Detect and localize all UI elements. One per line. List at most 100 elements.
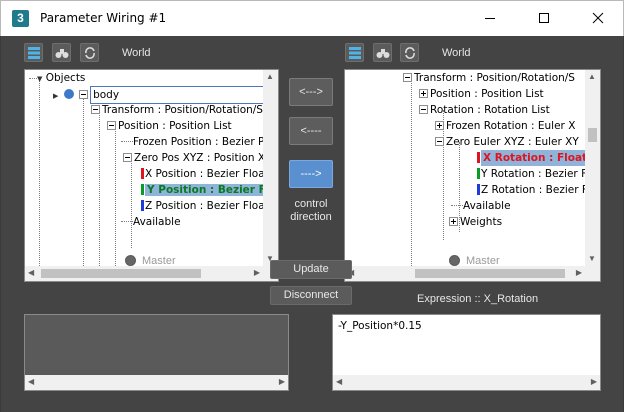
tree-row-label: Weights — [460, 216, 503, 228]
collapse-icon[interactable] — [91, 105, 100, 114]
scroll-left-icon[interactable]: ◀ — [336, 377, 342, 387]
right-filter-button[interactable] — [345, 43, 364, 62]
tree-row[interactable]: Y Rotation : Bezier Flo — [477, 166, 585, 182]
refresh-icon — [85, 47, 95, 59]
expand-icon[interactable] — [435, 121, 444, 130]
tree-row-label: X Rotation : Float W — [481, 150, 585, 166]
app-icon: 3 — [12, 10, 29, 27]
left-filter-button[interactable] — [24, 43, 43, 62]
minimize-button[interactable] — [467, 1, 513, 35]
tree-row[interactable]: Available — [121, 214, 181, 230]
tree-row[interactable]: Frozen Position : Bezier Pos — [121, 134, 263, 150]
expression-hscrollbar[interactable]: ◀ ▶ — [333, 375, 600, 390]
tree-row[interactable]: Position : Position List — [107, 118, 232, 134]
close-button[interactable] — [575, 1, 621, 35]
tree-row-label: X Position : Bezier Float — [145, 168, 263, 180]
scroll-up-icon[interactable]: ▲ — [588, 72, 596, 82]
title-bar: 3 Parameter Wiring #1 — [0, 0, 624, 36]
scroll-left-icon[interactable]: ◀ — [28, 377, 34, 387]
tree-row-label: Transform : Position/Rotation/S — [414, 72, 575, 84]
right-find-button[interactable] — [373, 43, 392, 62]
left-expression-box[interactable]: ◀ ▶ — [24, 314, 289, 391]
scroll-right-icon[interactable]: ▶ — [576, 268, 582, 278]
z-axis-color-icon — [477, 184, 480, 195]
left-master-radio[interactable] — [125, 255, 136, 266]
expression-label: Expression :: X_Rotation — [417, 293, 539, 305]
tree-row-selected[interactable]: Y Position : Bezier Flo — [141, 182, 263, 198]
tree-row[interactable]: Frozen Rotation : Euler X — [435, 118, 575, 134]
scroll-up-icon[interactable]: ▲ — [266, 72, 274, 82]
binoculars-icon — [376, 49, 390, 58]
update-button[interactable]: Update — [270, 260, 352, 279]
right-tree-vscrollbar[interactable]: ▲ ▼ — [585, 70, 600, 266]
collapse-icon[interactable] — [123, 153, 132, 162]
tree-row[interactable]: Z Rotation : Bezier Flo — [477, 182, 585, 198]
scroll-left-icon[interactable]: ◀ — [28, 268, 34, 278]
direction-label: direction — [290, 211, 332, 223]
collapse-icon[interactable] — [107, 121, 116, 130]
right-master-radio[interactable] — [449, 255, 460, 266]
left-tree-hscrollbar[interactable]: ◀ ▶ — [25, 266, 263, 281]
tree-row-label: Objects — [45, 72, 86, 84]
tree-row-label: Available — [463, 200, 511, 212]
scroll-thumb[interactable] — [41, 269, 201, 278]
tree-row[interactable]: Available — [451, 198, 511, 214]
expression-editor[interactable]: -Y_Position*0.15 ◀ ▶ — [332, 314, 601, 391]
tree-row-selected[interactable]: X Rotation : Float W — [477, 150, 585, 166]
right-world-label: World — [442, 47, 471, 59]
expand-icon[interactable] — [449, 217, 458, 226]
collapse-icon[interactable] — [435, 137, 444, 146]
x-axis-color-icon — [141, 168, 144, 179]
tree-row[interactable]: Rotation : Rotation List — [419, 102, 550, 118]
tree-row-label: Frozen Position : Bezier Pos — [133, 136, 263, 148]
control-label: control — [294, 198, 328, 210]
control-direction-label: control direction — [281, 198, 341, 224]
minimize-icon — [485, 18, 495, 19]
tree-row-label: Y Rotation : Bezier Flo — [481, 168, 585, 180]
right-refresh-button[interactable] — [400, 43, 419, 62]
scroll-thumb[interactable] — [415, 269, 565, 278]
tree-row[interactable]: Transform : Position/Rotation/S — [403, 70, 575, 86]
left-world-label: World — [122, 47, 151, 59]
list-filter-icon — [349, 47, 361, 59]
maximize-button[interactable] — [521, 1, 567, 35]
tree-row[interactable]: Zero Euler XYZ : Euler XY — [435, 134, 579, 150]
scroll-right-icon[interactable]: ▶ — [279, 377, 285, 387]
tree-row-label: Position : Position List — [430, 88, 544, 100]
scroll-down-icon[interactable]: ▼ — [588, 254, 596, 264]
z-axis-color-icon — [141, 200, 144, 211]
right-tree-rows: Transform : Position/Rotation/S Position… — [345, 70, 585, 266]
x-axis-color-icon — [477, 152, 480, 163]
tree-row[interactable]: Z Position : Bezier Float — [141, 198, 263, 214]
scroll-right-icon[interactable]: ▶ — [254, 268, 260, 278]
expand-arrow-icon[interactable]: ▶ — [53, 92, 58, 100]
left-to-right-button[interactable]: ----> — [289, 160, 333, 188]
tree-row[interactable]: ▼ Objects — [37, 70, 85, 86]
left-expression-hscrollbar[interactable]: ◀ ▶ — [25, 375, 288, 390]
left-refresh-button[interactable] — [80, 43, 99, 62]
collapse-arrow-icon[interactable]: ▼ — [37, 75, 42, 83]
tree-row-body[interactable]: ▶ body — [53, 86, 263, 104]
collapse-icon[interactable] — [403, 73, 412, 82]
tree-row[interactable]: Position : Position List — [419, 86, 544, 102]
collapse-icon[interactable] — [79, 90, 89, 99]
collapse-icon[interactable] — [419, 105, 428, 114]
tree-row[interactable]: Transform : Position/Rotation/Sca — [91, 102, 263, 118]
scroll-right-icon[interactable]: ▶ — [591, 377, 597, 387]
right-tree-view[interactable]: Transform : Position/Rotation/S Position… — [344, 69, 601, 282]
tree-row[interactable]: Zero Pos XYZ : Position XYZ — [123, 150, 263, 166]
tree-row[interactable]: X Position : Bezier Float — [141, 166, 263, 182]
tree-row[interactable]: Weights — [449, 214, 502, 230]
disconnect-button[interactable]: Disconnect — [270, 286, 352, 305]
expand-icon[interactable] — [419, 89, 428, 98]
scroll-thumb[interactable] — [588, 128, 597, 142]
refresh-icon — [405, 47, 415, 59]
two-way-button[interactable]: <---> — [289, 78, 333, 106]
right-tree-hscrollbar[interactable]: ◀ ▶ — [345, 266, 585, 281]
left-find-button[interactable] — [52, 43, 71, 62]
tree-row-label: Position : Position List — [118, 120, 232, 132]
left-tree-view[interactable]: ▼ Objects ▶ body Transform : Position/Ro… — [24, 69, 279, 282]
right-to-left-button[interactable]: <---- — [289, 117, 333, 145]
left-tree-vscrollbar[interactable]: ▲ ▼ — [263, 70, 278, 266]
expression-text[interactable]: -Y_Position*0.15 — [338, 320, 422, 332]
